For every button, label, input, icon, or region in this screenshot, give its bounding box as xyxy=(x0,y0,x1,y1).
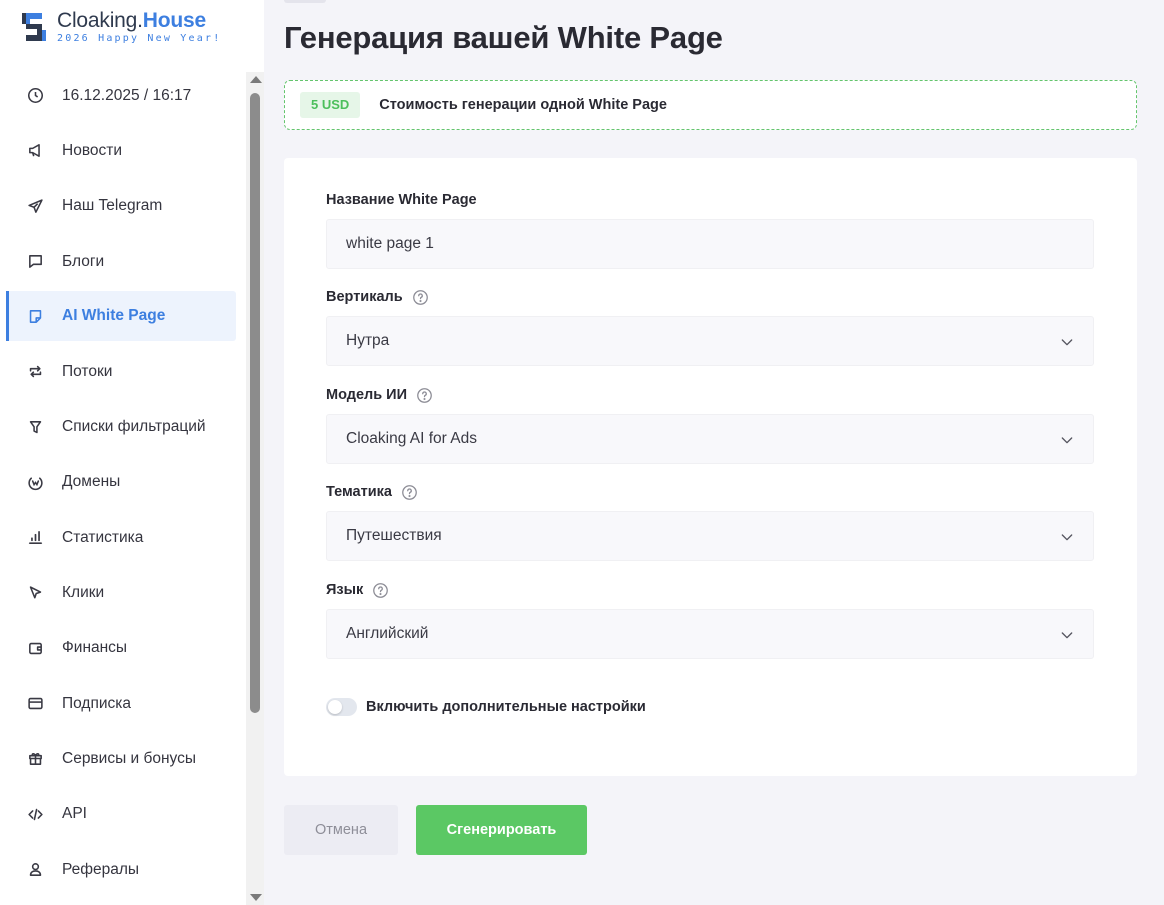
vertical-select-value: Нутра xyxy=(346,332,390,349)
sidebar-item-blogs[interactable]: Блоги xyxy=(0,234,246,289)
logo-icon xyxy=(22,13,46,41)
sidebar-item-news[interactable]: Новости xyxy=(0,123,246,178)
sidebar-item-label: Новости xyxy=(62,141,123,159)
sidebar-item-subscription[interactable]: Подписка xyxy=(0,676,246,731)
wallet-icon xyxy=(26,639,44,657)
topic-select-value: Путешествия xyxy=(346,527,442,544)
price-description: Стоимость генерации одной White Page xyxy=(379,97,667,113)
card-icon xyxy=(26,695,44,713)
sidebar-item-label: Подписка xyxy=(62,694,132,712)
sidebar-item-clicks[interactable]: Клики xyxy=(0,565,246,620)
language-label: Язык xyxy=(326,582,364,598)
help-icon[interactable] xyxy=(401,484,418,501)
sidebar-item-label: Статистика xyxy=(62,528,144,546)
sidebar-item-label: Финансы xyxy=(62,639,128,657)
sidebar-item-label: Клики xyxy=(62,584,105,602)
logo-title: Cloaking.House xyxy=(57,9,206,32)
cursor-icon xyxy=(26,584,44,602)
model-select[interactable]: Cloaking AI for Ads xyxy=(326,414,1094,464)
sidebar-item-domains[interactable]: Домены xyxy=(0,455,246,510)
sidebar-item-telegram[interactable]: Наш Telegram xyxy=(0,179,246,234)
filter-icon xyxy=(26,418,44,436)
language-select[interactable]: Английский xyxy=(326,609,1094,659)
sidebar-item-ai-white-page[interactable]: AI White Page xyxy=(6,291,236,342)
sidebar-item-label: Домены xyxy=(62,473,121,491)
generation-form: Название White Page white page 1 Вертика… xyxy=(284,158,1137,776)
vertical-label: Вертикаль xyxy=(326,289,403,305)
vertical-field-group: Вертикаль Нутра xyxy=(326,287,1094,366)
name-input-value: white page 1 xyxy=(346,235,434,252)
price-badge: 5 USD xyxy=(300,92,361,118)
sidebar-item-flows[interactable]: Потоки xyxy=(0,344,246,399)
help-icon[interactable] xyxy=(416,387,433,404)
name-field-group: Название White Page white page 1 xyxy=(326,190,1094,269)
globe-icon xyxy=(26,473,44,491)
sidebar-item-filter-lists[interactable]: Списки фильтраций xyxy=(0,399,246,454)
sidebar-item-services[interactable]: Сервисы и бонусы xyxy=(0,731,246,786)
vertical-label-row: Вертикаль xyxy=(326,287,1094,307)
gift-icon xyxy=(26,750,44,768)
sidebar-item-label: 16.12.2025 / 16:17 xyxy=(62,86,192,104)
model-label-row: Модель ИИ xyxy=(326,385,1094,405)
chat-icon xyxy=(26,253,44,271)
repeat-icon xyxy=(26,363,44,381)
advanced-settings-row: Включить дополнительные настройки xyxy=(326,698,646,716)
language-select-value: Английский xyxy=(346,625,429,642)
scroll-up-arrow-icon[interactable] xyxy=(250,76,262,83)
topic-field-group: Тематика Путешествия xyxy=(326,482,1094,561)
sidebar: Cloaking.House 2026 Happy New Year! 16.1… xyxy=(0,0,264,905)
bar-chart-icon xyxy=(26,529,44,547)
sidebar-item-label: Наш Telegram xyxy=(62,197,163,215)
clock-icon xyxy=(26,87,44,105)
sidebar-scrollbar[interactable] xyxy=(246,72,264,905)
advanced-settings-toggle[interactable] xyxy=(326,698,357,716)
scroll-thumb[interactable] xyxy=(250,93,260,713)
chevron-down-icon xyxy=(1061,534,1073,541)
sidebar-nav: 16.12.2025 / 16:17 Новости Наш Telegram … xyxy=(0,68,246,897)
top-tab-stub xyxy=(284,0,326,3)
sidebar-item-label: Списки фильтраций xyxy=(62,418,206,436)
help-icon[interactable] xyxy=(372,582,389,599)
topic-label: Тематика xyxy=(326,484,392,500)
sidebar-item-finance[interactable]: Финансы xyxy=(0,621,246,676)
name-input[interactable]: white page 1 xyxy=(326,219,1094,269)
price-info-box: 5 USD Стоимость генерации одной White Pa… xyxy=(284,80,1137,130)
chevron-down-icon xyxy=(1061,632,1073,639)
sidebar-item-label: AI White Page xyxy=(62,307,166,325)
page-title: Генерация вашей White Page xyxy=(284,20,723,55)
language-label-row: Язык xyxy=(326,580,1094,600)
topic-label-row: Тематика xyxy=(326,482,1094,502)
sidebar-item-api[interactable]: API xyxy=(0,787,246,842)
scroll-down-arrow-icon[interactable] xyxy=(250,894,262,901)
user-icon xyxy=(26,861,44,879)
topic-select[interactable]: Путешествия xyxy=(326,511,1094,561)
sidebar-item-statistics[interactable]: Статистика xyxy=(0,510,246,565)
chevron-down-icon xyxy=(1061,339,1073,346)
vertical-select[interactable]: Нутра xyxy=(326,316,1094,366)
model-label: Модель ИИ xyxy=(326,387,408,403)
sidebar-item-label: Потоки xyxy=(62,362,113,380)
logo-subtitle: 2026 Happy New Year! xyxy=(57,33,222,44)
sidebar-item-datetime[interactable]: 16.12.2025 / 16:17 xyxy=(0,68,246,123)
cancel-button[interactable]: Отмена xyxy=(284,805,398,855)
language-field-group: Язык Английский xyxy=(326,580,1094,659)
name-label: Название White Page xyxy=(326,192,477,208)
sidebar-item-referrals[interactable]: Рефералы xyxy=(0,842,246,897)
page-icon xyxy=(26,307,44,325)
chevron-down-icon xyxy=(1061,437,1073,444)
sidebar-item-label: Сервисы и бонусы xyxy=(62,749,197,767)
megaphone-icon xyxy=(26,142,44,160)
telegram-icon xyxy=(26,197,44,215)
generate-button[interactable]: Сгенерировать xyxy=(416,805,587,855)
model-select-value: Cloaking AI for Ads xyxy=(346,430,477,447)
help-icon[interactable] xyxy=(412,289,429,306)
advanced-settings-label: Включить дополнительные настройки xyxy=(366,699,646,715)
sidebar-item-label: Блоги xyxy=(62,252,105,270)
model-field-group: Модель ИИ Cloaking AI for Ads xyxy=(326,385,1094,464)
sidebar-item-label: Рефералы xyxy=(62,860,140,878)
logo[interactable]: Cloaking.House 2026 Happy New Year! xyxy=(20,10,221,44)
code-icon xyxy=(26,805,44,823)
sidebar-item-label: API xyxy=(62,805,87,823)
